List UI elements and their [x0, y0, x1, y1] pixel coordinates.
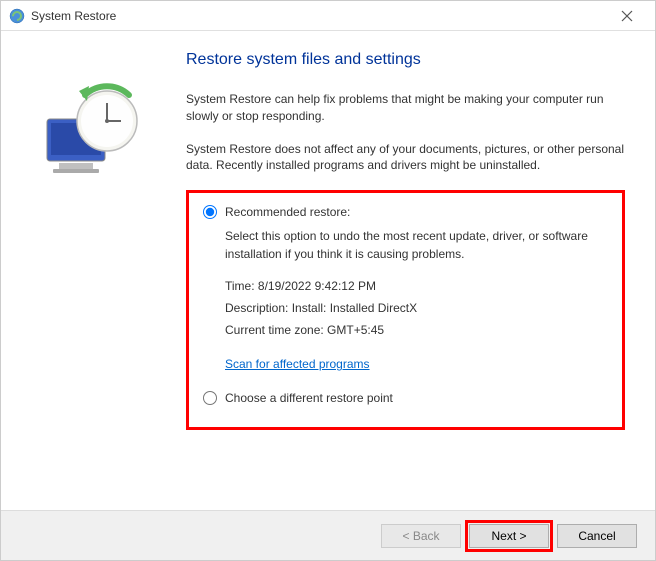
close-icon[interactable]: [607, 2, 647, 30]
time-value: 8/19/2022 9:42:12 PM: [258, 279, 376, 293]
restore-time-line: Time: 8/19/2022 9:42:12 PM: [225, 277, 608, 295]
different-restore-radio[interactable]: [203, 391, 217, 405]
restore-artwork-icon: [29, 71, 149, 191]
back-button: < Back: [381, 524, 461, 548]
titlebar: System Restore: [1, 1, 655, 31]
recommended-restore-option[interactable]: Recommended restore:: [203, 205, 608, 219]
recommended-description: Select this option to undo the most rece…: [225, 227, 608, 263]
next-button[interactable]: Next >: [469, 524, 549, 548]
recommended-details: Select this option to undo the most rece…: [225, 227, 608, 383]
restore-options-group: Recommended restore: Select this option …: [186, 190, 625, 430]
content-area: Restore system files and settings System…: [1, 31, 655, 510]
recommended-restore-label: Recommended restore:: [225, 205, 350, 219]
system-restore-dialog: System Restore: [0, 0, 656, 561]
restore-timezone-line: Current time zone: GMT+5:45: [225, 321, 608, 339]
different-restore-label: Choose a different restore point: [225, 391, 393, 405]
tz-label: Current time zone:: [225, 323, 327, 337]
page-heading: Restore system files and settings: [186, 51, 625, 69]
cancel-button[interactable]: Cancel: [557, 524, 637, 548]
restore-description-line: Description: Install: Installed DirectX: [225, 299, 608, 317]
dialog-footer: < Back Next > Cancel: [1, 510, 655, 560]
left-panel: [1, 31, 176, 510]
desc-value: Install: Installed DirectX: [292, 301, 417, 315]
window-title: System Restore: [31, 9, 607, 23]
intro-paragraph-1: System Restore can help fix problems tha…: [186, 91, 625, 125]
desc-label: Description:: [225, 301, 292, 315]
different-restore-option[interactable]: Choose a different restore point: [203, 391, 608, 405]
right-panel: Restore system files and settings System…: [176, 31, 655, 510]
tz-value: GMT+5:45: [327, 323, 384, 337]
system-restore-icon: [9, 8, 25, 24]
time-label: Time:: [225, 279, 258, 293]
intro-paragraph-2: System Restore does not affect any of yo…: [186, 141, 625, 175]
scan-affected-programs-link[interactable]: Scan for affected programs: [225, 355, 370, 373]
recommended-restore-radio[interactable]: [203, 205, 217, 219]
